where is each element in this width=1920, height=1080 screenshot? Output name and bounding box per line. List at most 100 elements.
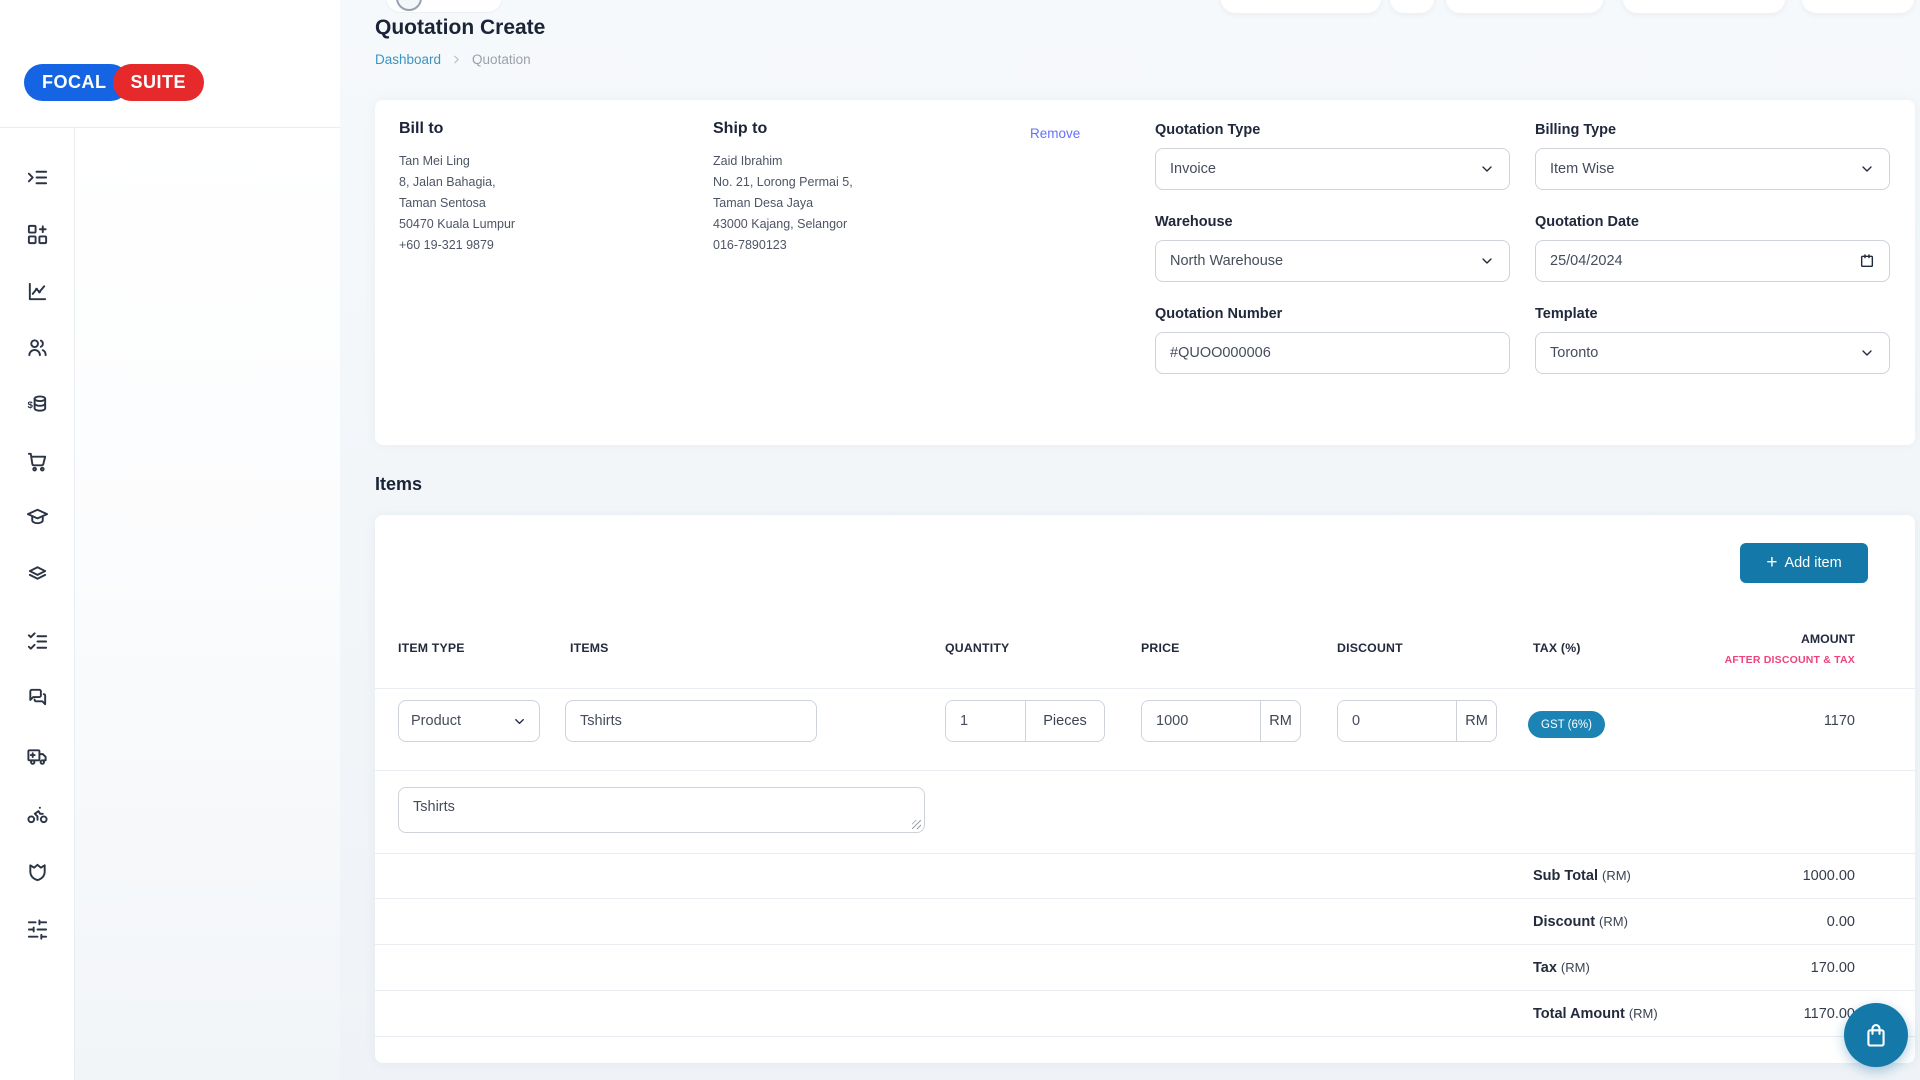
template-label: Template bbox=[1535, 306, 1890, 322]
bike-icon bbox=[26, 803, 49, 826]
cart-fab-button[interactable] bbox=[1844, 1003, 1908, 1067]
item-description-cell: Tshirts bbox=[398, 787, 925, 833]
focal-suite-logo[interactable]: FOCAL SUITE bbox=[24, 64, 204, 101]
quantity-group: Pieces bbox=[945, 700, 1105, 742]
chat-icon bbox=[26, 686, 49, 709]
sidebar-item-settings[interactable] bbox=[17, 909, 57, 949]
quotation-date-field: Quotation Date 25/04/2024 bbox=[1535, 214, 1890, 282]
add-item-button[interactable]: + Add item bbox=[1740, 543, 1868, 583]
sidebar-item-education[interactable] bbox=[17, 496, 57, 536]
quotation-date-label: Quotation Date bbox=[1535, 214, 1890, 230]
warehouse-label: Warehouse bbox=[1155, 214, 1510, 230]
header-button[interactable] bbox=[1802, 0, 1914, 13]
discount-group: RM bbox=[1337, 700, 1497, 742]
ship-to-line: Taman Desa Jaya bbox=[713, 193, 1013, 214]
page-title: Quotation Create bbox=[375, 16, 545, 40]
sidebar-submenu-panel bbox=[75, 128, 340, 1080]
header-button[interactable] bbox=[1623, 0, 1785, 13]
billing-type-field: Billing Type Item Wise bbox=[1535, 122, 1890, 190]
bill-to-line: +60 19-321 9879 bbox=[399, 235, 699, 256]
warehouse-field: Warehouse North Warehouse bbox=[1155, 214, 1510, 282]
sidebar-item-analytics[interactable] bbox=[17, 271, 57, 311]
quotation-type-select[interactable]: Invoice bbox=[1155, 148, 1510, 190]
warehouse-select[interactable]: North Warehouse bbox=[1155, 240, 1510, 282]
billing-type-label: Billing Type bbox=[1535, 122, 1890, 138]
user-menu[interactable] bbox=[385, 0, 503, 13]
sidebar-item-layers[interactable] bbox=[17, 552, 57, 592]
price-group: RM bbox=[1141, 700, 1301, 742]
item-type-select[interactable]: Product bbox=[398, 700, 540, 742]
chevron-down-icon bbox=[1479, 253, 1495, 269]
tax-total-value: 170.00 bbox=[1811, 945, 1855, 991]
calendar-icon bbox=[1859, 253, 1875, 269]
bill-to-line: Tan Mei Ling bbox=[399, 151, 699, 172]
breadcrumb: Dashboard Quotation bbox=[375, 52, 531, 67]
breadcrumb-dashboard-link[interactable]: Dashboard bbox=[375, 52, 441, 67]
billing-card: Bill to Tan Mei Ling 8, Jalan Bahagia, T… bbox=[375, 100, 1915, 445]
item-description-textarea[interactable]: Tshirts bbox=[398, 787, 925, 833]
ship-to-line: Zaid Ibrahim bbox=[713, 151, 1013, 172]
bill-to-block: Bill to Tan Mei Ling 8, Jalan Bahagia, T… bbox=[399, 120, 699, 256]
ship-to-line: No. 21, Lorong Permai 5, bbox=[713, 172, 1013, 193]
quotation-type-label: Quotation Type bbox=[1155, 122, 1510, 138]
item-name-input[interactable] bbox=[565, 700, 817, 742]
col-header-discount: DISCOUNT bbox=[1337, 641, 1403, 655]
template-select[interactable]: Toronto bbox=[1535, 332, 1890, 374]
users-icon bbox=[26, 336, 49, 359]
ship-to-line: 43000 Kajang, Selangor bbox=[713, 214, 1013, 235]
ship-to-label: Ship to bbox=[713, 120, 1013, 138]
chevron-right-icon bbox=[450, 53, 463, 66]
quotation-number-input[interactable] bbox=[1155, 332, 1510, 374]
quotation-create-page: FOCAL SUITE $ Quotation Create Dashboard… bbox=[0, 0, 1920, 1080]
col-header-amount: AMOUNT bbox=[1801, 632, 1855, 646]
tax-badge[interactable]: GST (6%) bbox=[1528, 711, 1605, 738]
plus-icon: + bbox=[1766, 553, 1777, 572]
sidebar-item-messages[interactable] bbox=[17, 677, 57, 717]
quotation-number-label: Quotation Number bbox=[1155, 306, 1510, 322]
table-header-divider bbox=[375, 688, 1915, 689]
sidebar-item-users[interactable] bbox=[17, 327, 57, 367]
resize-grip[interactable] bbox=[912, 820, 921, 829]
sidebar-item-security[interactable] bbox=[17, 851, 57, 891]
quantity-unit: Pieces bbox=[1025, 701, 1104, 741]
bill-to-line: 50470 Kuala Lumpur bbox=[399, 214, 699, 235]
bill-to-line: 8, Jalan Bahagia, bbox=[399, 172, 699, 193]
svg-text:$: $ bbox=[27, 399, 33, 410]
dashboard-grid-icon bbox=[26, 223, 49, 246]
quotation-date-input[interactable]: 25/04/2024 bbox=[1535, 240, 1890, 282]
education-icon bbox=[26, 505, 49, 528]
chevron-down-icon bbox=[1859, 345, 1875, 361]
row-divider bbox=[375, 770, 1915, 771]
template-field: Template Toronto bbox=[1535, 306, 1890, 374]
avatar bbox=[396, 0, 422, 11]
discount-input[interactable] bbox=[1338, 701, 1456, 741]
sidebar-item-purchases[interactable] bbox=[17, 441, 57, 481]
sidebar-item-dashboard[interactable] bbox=[17, 214, 57, 254]
discount-currency: RM bbox=[1456, 701, 1496, 741]
tax-total-row: Tax(RM) 170.00 bbox=[375, 945, 1915, 991]
quantity-input[interactable] bbox=[946, 701, 1025, 741]
truck-icon bbox=[26, 745, 49, 768]
total-amount-row: Total Amount(RM) 1170.00 bbox=[375, 991, 1915, 1037]
row-amount-value: 1170 bbox=[1824, 700, 1855, 742]
sidebar-item-rides[interactable] bbox=[17, 794, 57, 834]
chevron-down-icon bbox=[1859, 161, 1875, 177]
price-input[interactable] bbox=[1142, 701, 1260, 741]
ship-to-line: 016-7890123 bbox=[713, 235, 1013, 256]
discount-total-value: 0.00 bbox=[1827, 899, 1855, 945]
logo-suite: SUITE bbox=[113, 64, 205, 101]
remove-address-link[interactable]: Remove bbox=[1030, 126, 1080, 141]
discount-total-row: Discount(RM) 0.00 bbox=[375, 899, 1915, 945]
sidebar-item-tasks[interactable] bbox=[17, 621, 57, 661]
item-name-cell bbox=[565, 700, 817, 742]
billing-type-select[interactable]: Item Wise bbox=[1535, 148, 1890, 190]
menu-indent-icon bbox=[26, 166, 49, 189]
sidebar-item-delivery[interactable] bbox=[17, 736, 57, 776]
header-button[interactable] bbox=[1390, 0, 1434, 13]
header-button[interactable] bbox=[1446, 0, 1603, 13]
sidebar-item-menu[interactable] bbox=[17, 157, 57, 197]
cart-icon bbox=[26, 450, 49, 473]
header-button[interactable] bbox=[1221, 0, 1381, 13]
sliders-icon bbox=[26, 918, 49, 941]
sidebar-item-finance[interactable]: $ bbox=[17, 384, 57, 424]
